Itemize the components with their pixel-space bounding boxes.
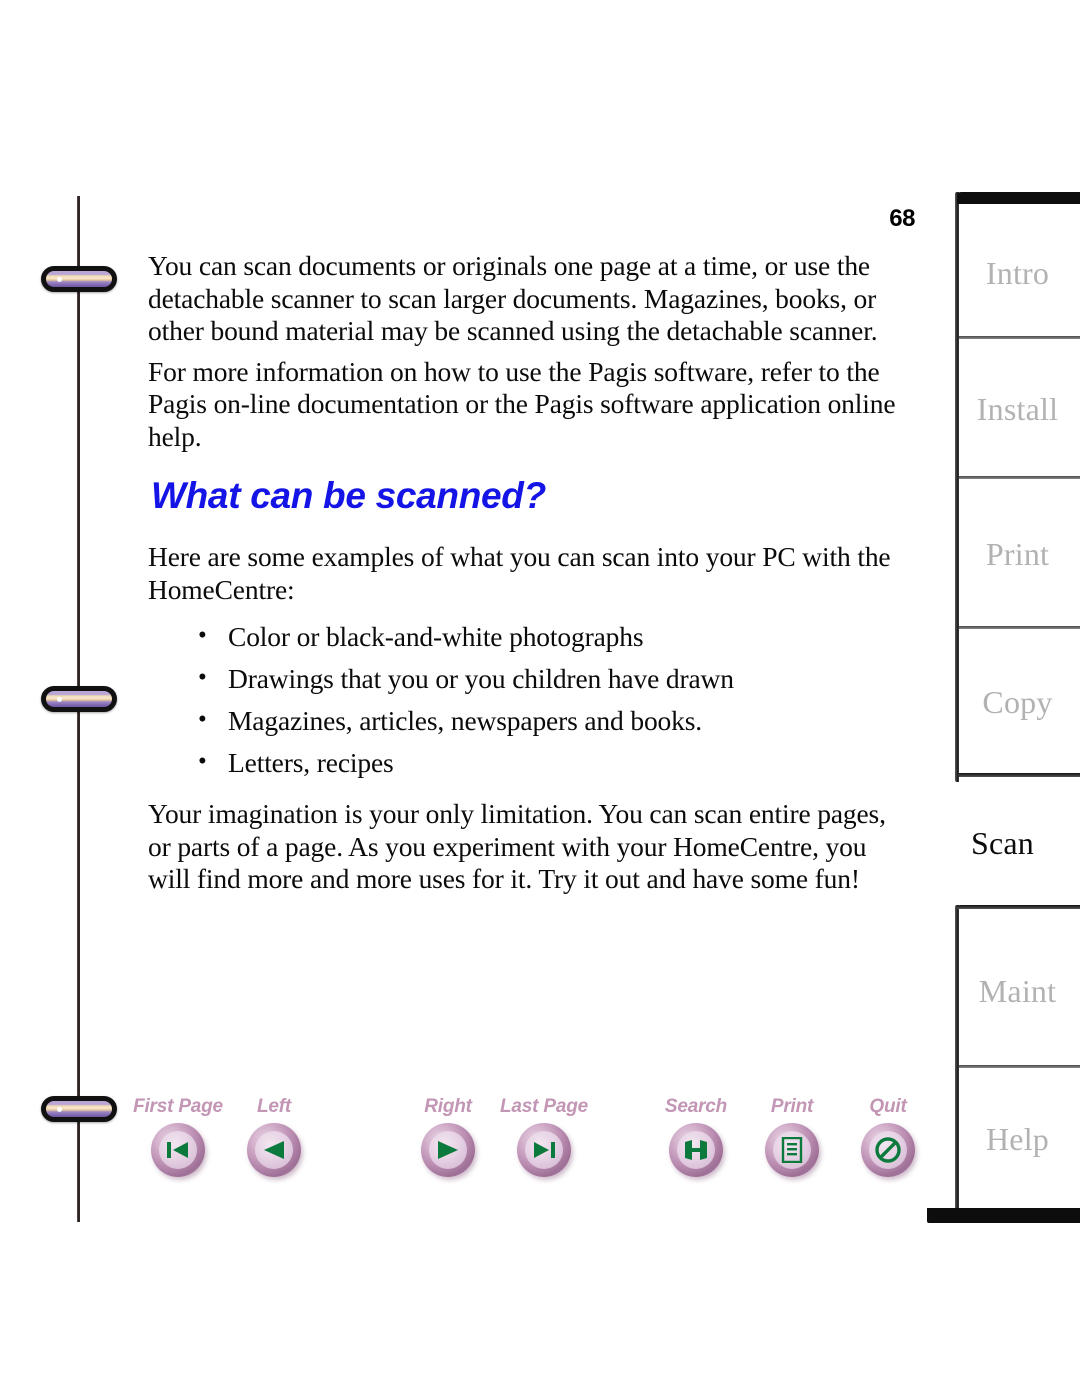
previous-page-button-face[interactable]	[247, 1123, 301, 1177]
search-label: Search	[664, 1096, 728, 1117]
next-page-icon	[438, 1141, 458, 1159]
scannable-items-list: Color or black-and-white photographs Dra…	[148, 615, 908, 784]
sidebar-item-print[interactable]: Print	[955, 482, 1080, 626]
tab-label-copy: Copy	[982, 683, 1053, 720]
page-number: 68	[889, 205, 915, 232]
last-page-button[interactable]: Last Page	[498, 1096, 590, 1177]
sidebar-item-install[interactable]: Install	[955, 342, 1080, 476]
search-button-face[interactable]	[669, 1123, 723, 1177]
sidebar-item-intro[interactable]: Intro	[955, 210, 1080, 336]
previous-page-label: Left	[256, 1096, 292, 1117]
tab-stack-bottom-edge	[927, 1208, 1080, 1223]
tab-label-intro: Intro	[985, 254, 1050, 291]
tab-divider	[959, 476, 1080, 479]
tab-label-install: Install	[976, 390, 1059, 427]
tab-divider	[959, 773, 1080, 777]
binder-ring	[41, 686, 117, 712]
tab-group-upper: Intro Install Print Copy	[955, 192, 1080, 782]
page-content: You can scan documents or originals one …	[148, 250, 908, 904]
previous-page-icon	[264, 1141, 284, 1159]
page-navigation-group: First Page Left Right Last Page	[132, 1096, 590, 1177]
tab-label-scan: Scan	[970, 825, 1034, 861]
tab-label-print: Print	[985, 535, 1050, 572]
sidebar-item-copy[interactable]: Copy	[955, 632, 1080, 772]
body-paragraph: You can scan documents or originals one …	[148, 250, 878, 346]
body-paragraph: For more information on how to use the P…	[148, 355, 896, 452]
tab-divider	[959, 336, 1080, 339]
print-button-face[interactable]	[765, 1123, 819, 1177]
tab-label-maint: Maint	[978, 972, 1057, 1009]
print-button[interactable]: Print	[746, 1096, 838, 1177]
tab-stack-top-edge	[957, 192, 1080, 204]
binder-ring	[41, 1096, 117, 1122]
last-page-button-face[interactable]	[517, 1123, 571, 1177]
tab-label-help: Help	[985, 1120, 1049, 1157]
tool-navigation-group: Search Print Quit	[650, 1096, 934, 1177]
intro-paragraph: Here are some examples of what you can s…	[148, 541, 891, 605]
tab-divider	[959, 626, 1080, 629]
binder-ring	[41, 266, 117, 292]
first-page-button-face[interactable]	[151, 1123, 205, 1177]
sidebar-item-maint[interactable]: Maint	[955, 917, 1080, 1065]
print-icon	[781, 1137, 803, 1163]
next-page-button-face[interactable]	[421, 1123, 475, 1177]
tab-group-top-edge	[957, 905, 1080, 909]
list-item: Letters, recipes	[198, 741, 908, 784]
quit-icon	[875, 1137, 901, 1163]
first-page-button[interactable]: First Page	[132, 1096, 224, 1177]
first-page-icon	[167, 1142, 188, 1158]
previous-page-button[interactable]: Left	[228, 1096, 320, 1177]
last-page-icon	[534, 1142, 555, 1158]
sidebar-item-scan-active[interactable]: Scan	[925, 825, 1080, 862]
list-item: Drawings that you or you children have d…	[198, 657, 908, 700]
quit-button[interactable]: Quit	[842, 1096, 934, 1177]
section-heading: What can be scanned?	[151, 475, 546, 516]
search-button[interactable]: Search	[650, 1096, 742, 1177]
tab-group-lower: Maint Help	[927, 905, 1080, 1223]
tab-divider	[959, 1065, 1080, 1068]
closing-paragraph: Your imagination is your only limitation…	[148, 798, 886, 894]
quit-button-face[interactable]	[861, 1123, 915, 1177]
list-item: Color or black-and-white photographs	[198, 615, 908, 658]
next-page-button[interactable]: Right	[402, 1096, 494, 1177]
quit-label: Quit	[869, 1096, 907, 1117]
sidebar-item-help[interactable]: Help	[955, 1071, 1080, 1207]
print-label: Print	[770, 1096, 814, 1117]
section-tab-stack: Intro Install Print Copy Maint Help	[925, 190, 1080, 1225]
first-page-label: First Page	[133, 1096, 223, 1117]
list-item: Magazines, articles, newspapers and book…	[198, 699, 908, 742]
search-icon	[685, 1140, 707, 1160]
last-page-label: Last Page	[500, 1096, 588, 1117]
next-page-label: Right	[424, 1096, 472, 1117]
